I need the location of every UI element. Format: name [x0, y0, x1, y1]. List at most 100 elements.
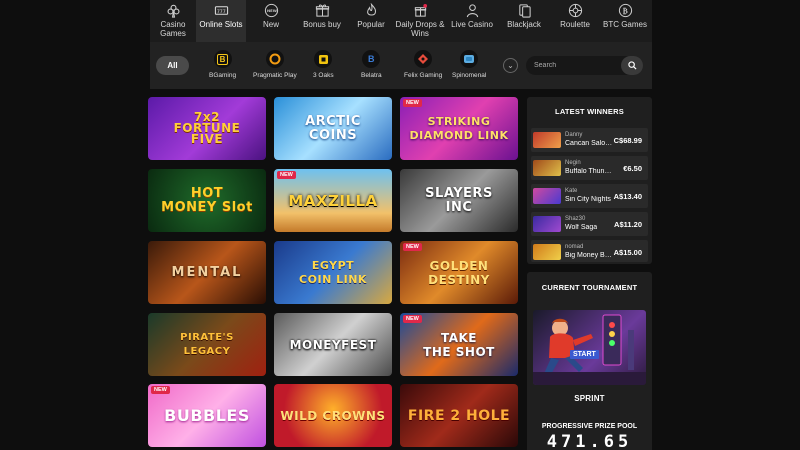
game-tile[interactable]: FIRE 2 HOLE	[400, 384, 518, 447]
tournament-name: SPRINT	[574, 394, 605, 403]
winner-row[interactable]: Danny Cancan Saloon ... C$68.99	[531, 128, 648, 152]
winner-name: nomad	[565, 244, 584, 250]
game-tile[interactable]: EGYPT COIN LINK	[274, 241, 392, 304]
provider-label: Felix Gaming	[404, 72, 443, 79]
pragmatic-logo-icon	[265, 50, 284, 68]
three-oaks-logo-icon	[314, 50, 333, 68]
winner-row[interactable]: Shaz30 Wolf Saga A$11.20	[531, 212, 648, 236]
nav-btc-games[interactable]: ₿ BTC Games	[600, 0, 650, 42]
game-title: FIRE 2 HOLE	[407, 407, 511, 424]
game-title: STRIKING DIAMOND LINK	[409, 114, 509, 142]
nav-bonus-buy[interactable]: Bonus buy	[296, 0, 348, 42]
game-tile[interactable]: NEW MAXZILLA	[274, 169, 392, 232]
nav-roulette[interactable]: Roulette	[550, 0, 600, 42]
winner-game: Big Money Bass...	[565, 252, 615, 259]
provider-felix-gaming[interactable]: Felix Gaming	[404, 50, 442, 79]
winner-name: Shaz30	[565, 216, 586, 222]
game-tile[interactable]: WILD CROWNS	[274, 384, 392, 447]
slot-machine-icon: 777	[213, 2, 229, 18]
winner-name: Kate	[565, 188, 578, 194]
game-tile[interactable]: ARCTIC COINS	[274, 97, 392, 160]
winner-name: Danny	[565, 132, 583, 138]
chevron-down-icon: ⌄	[507, 61, 514, 70]
game-tile[interactable]: NEW STRIKING DIAMOND LINK	[400, 97, 518, 160]
winner-game: Buffalo Thunderst...	[565, 168, 615, 175]
search-icon	[627, 61, 637, 70]
winner-amount: C$68.99	[613, 136, 642, 145]
provider-pragmatic-play[interactable]: Pragmatic Play	[253, 50, 297, 79]
gift-drop-icon	[412, 2, 428, 18]
game-tile[interactable]: SLAYERS INC	[400, 169, 518, 232]
search-input[interactable]	[534, 62, 618, 69]
winner-row[interactable]: Kate Sin City Nights A$13.40	[531, 184, 648, 208]
game-title: BUBBLES	[164, 405, 250, 425]
new-badge: NEW	[151, 386, 170, 394]
nav-blackjack-label: Blackjack	[507, 20, 541, 29]
svg-text:NEW: NEW	[267, 9, 278, 13]
runner-illustration	[533, 314, 646, 385]
nav-blackjack[interactable]: Blackjack	[498, 0, 550, 42]
provider-3-oaks[interactable]: 3 Oaks	[313, 50, 334, 79]
tournament-panel: CURRENT TOURNAMENT START SPRINT PROGRESS…	[527, 272, 652, 450]
winner-amount: A$11.20	[614, 220, 642, 229]
new-badge: NEW	[277, 171, 296, 179]
winner-game-thumbnail	[533, 216, 561, 232]
winner-game-thumbnail	[533, 188, 561, 204]
game-tile[interactable]: PIRATE'S LEGACY	[148, 313, 266, 376]
provider-belatra[interactable]: B Belatra	[361, 50, 382, 79]
cards-icon	[516, 2, 532, 18]
provider-bgaming[interactable]: B BGaming	[209, 50, 236, 79]
nav-daily-drops-label: Daily Drops & Wins	[395, 20, 445, 38]
bgaming-logo-icon: B	[213, 50, 232, 68]
game-title: SLAYERS INC	[425, 185, 493, 215]
btc-icon: ₿	[617, 2, 633, 18]
flame-icon	[363, 2, 379, 18]
winner-amount: €6.50	[623, 164, 642, 173]
category-nav: Casino Games 777 Online Slots NEW New Bo…	[150, 0, 652, 42]
all-providers-button[interactable]: All	[156, 56, 189, 75]
svg-text:777: 777	[216, 8, 225, 14]
winner-game-thumbnail	[533, 132, 561, 148]
spinomenal-logo-icon	[460, 50, 479, 68]
game-title: MENTAL	[171, 264, 243, 280]
svg-text:₿: ₿	[622, 5, 627, 15]
game-tile[interactable]: MONEYFEST	[274, 313, 392, 376]
search-button[interactable]	[621, 56, 643, 75]
provider-label: 3 Oaks	[313, 72, 334, 79]
nav-online-slots[interactable]: 777 Online Slots	[196, 0, 246, 42]
game-tile[interactable]: HOT MONEY Slot	[148, 169, 266, 232]
gift-icon	[314, 2, 330, 18]
new-icon: NEW	[263, 2, 279, 18]
provider-label: Belatra	[361, 72, 382, 79]
nav-roulette-label: Roulette	[560, 20, 590, 29]
new-badge: NEW	[403, 99, 422, 107]
more-providers-button[interactable]: ⌄	[503, 58, 518, 73]
nav-daily-drops[interactable]: Daily Drops & Wins	[394, 0, 446, 42]
new-badge: NEW	[403, 315, 422, 323]
game-tile[interactable]: NEW BUBBLES	[148, 384, 266, 447]
nav-new[interactable]: NEW New	[246, 0, 296, 42]
winner-row[interactable]: nomad Big Money Bass... A$15.00	[531, 240, 648, 262]
felix-logo-icon	[414, 50, 433, 68]
game-tile[interactable]: NEW TAKE THE SHOT	[400, 313, 518, 376]
game-title: EGYPT COIN LINK	[299, 258, 367, 286]
game-tile[interactable]: MENTAL	[148, 241, 266, 304]
game-tile[interactable]: 7x2 FORTUNE FIVE	[148, 97, 266, 160]
latest-winners-panel: LATEST WINNERS Danny Cancan Saloon ... C…	[527, 97, 652, 264]
nav-btc-games-label: BTC Games	[602, 20, 647, 29]
roulette-icon	[567, 2, 583, 18]
nav-popular[interactable]: Popular	[348, 0, 394, 42]
nav-live-casino[interactable]: Live Casino	[446, 0, 498, 42]
provider-spinomenal[interactable]: Spinomenal	[452, 50, 486, 79]
game-title: MAXZILLA	[288, 191, 378, 210]
belatra-logo-icon: B	[362, 50, 381, 68]
tournament-banner[interactable]: START	[533, 310, 646, 385]
winner-amount: A$13.40	[613, 192, 642, 201]
winner-row[interactable]: Negin Buffalo Thunderst... €6.50	[531, 156, 648, 180]
winner-game-thumbnail	[533, 244, 561, 260]
latest-winners-title: LATEST WINNERS	[555, 107, 624, 116]
club-icon	[165, 2, 181, 18]
game-tile[interactable]: NEW GOLDEN DESTINY	[400, 241, 518, 304]
winner-game: Sin City Nights	[565, 196, 611, 203]
nav-casino-games[interactable]: Casino Games	[150, 0, 196, 42]
